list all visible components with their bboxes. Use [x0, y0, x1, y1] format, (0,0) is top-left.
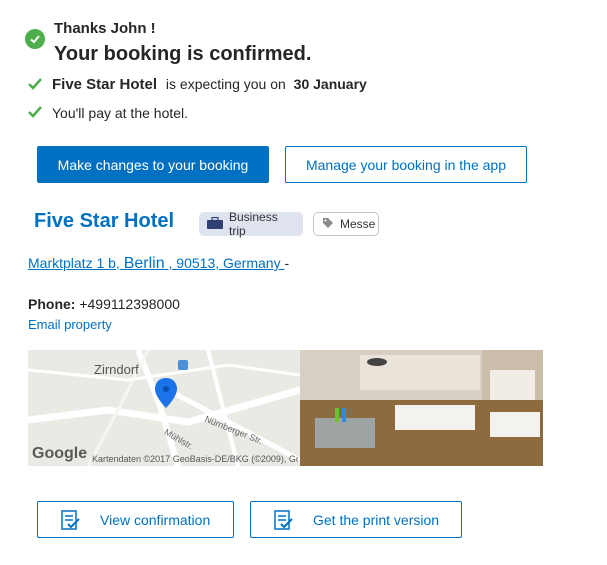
print-version-button[interactable]: Get the print version [250, 501, 462, 538]
hotel-map[interactable]: Zirndorf Nürnberger Str. Mühlstr. Google… [28, 350, 300, 466]
messe-label: Messe [340, 217, 376, 231]
address-suffix: - [284, 255, 290, 271]
document-check-icon [274, 509, 293, 530]
business-trip-label: Business trip [229, 210, 278, 238]
hotel-room-photo[interactable] [300, 350, 543, 466]
business-trip-tag[interactable]: Business trip [199, 210, 303, 238]
print-version-label: Get the print version [313, 511, 440, 528]
address-street: Marktplatz 1 b, [28, 255, 120, 271]
phone-line: Phone: +499112398000 [28, 296, 180, 312]
address-link[interactable]: Marktplatz 1 b, Berlin , 90513, Germany [28, 255, 284, 272]
address-rest: , 90513, Germany [168, 255, 281, 271]
email-property-link[interactable]: Email property [28, 317, 112, 332]
hotel-name-inline: Five Star Hotel [52, 76, 158, 93]
arrival-date: 30 January [293, 76, 367, 92]
checkmark-icon [28, 105, 42, 121]
document-check-icon [61, 509, 80, 530]
check-circle-icon [25, 29, 45, 49]
checkmark-icon [28, 77, 42, 93]
hotel-expecting-line: Five Star Hotel is expecting you on 30 J… [28, 76, 367, 93]
messe-tag[interactable]: Messe [313, 212, 379, 236]
payment-text: You'll pay at the hotel. [52, 105, 189, 121]
greeting-text: Thanks John ! [54, 20, 156, 37]
confirmed-part1: Your booking [54, 43, 182, 65]
payment-line: You'll pay at the hotel. [28, 105, 188, 121]
confirmed-part2: is confirmed. [186, 43, 312, 65]
google-logo: Google [32, 445, 88, 462]
tag-icon [322, 217, 334, 232]
phone-number: +499112398000 [79, 296, 180, 312]
briefcase-icon [207, 216, 223, 232]
expecting-text: is expecting you on [165, 76, 286, 92]
map-attribution: Kartendaten ©2017 GeoBasis-DE/BKG (©2009… [92, 454, 298, 464]
make-changes-button[interactable]: Make changes to your booking [37, 146, 269, 183]
map-place-label: Zirndorf [94, 362, 139, 377]
booking-confirmed-heading: Your booking is confirmed. [54, 43, 311, 66]
view-confirmation-label: View confirmation [100, 511, 211, 528]
view-confirmation-button[interactable]: View confirmation [37, 501, 234, 538]
manage-in-app-button[interactable]: Manage your booking in the app [285, 146, 527, 183]
address-city: Berlin [123, 255, 165, 272]
hotel-address: Marktplatz 1 b, Berlin , 90513, Germany … [28, 255, 289, 273]
phone-label: Phone: [28, 296, 76, 312]
hotel-name-heading[interactable]: Five Star Hotel [34, 210, 174, 233]
